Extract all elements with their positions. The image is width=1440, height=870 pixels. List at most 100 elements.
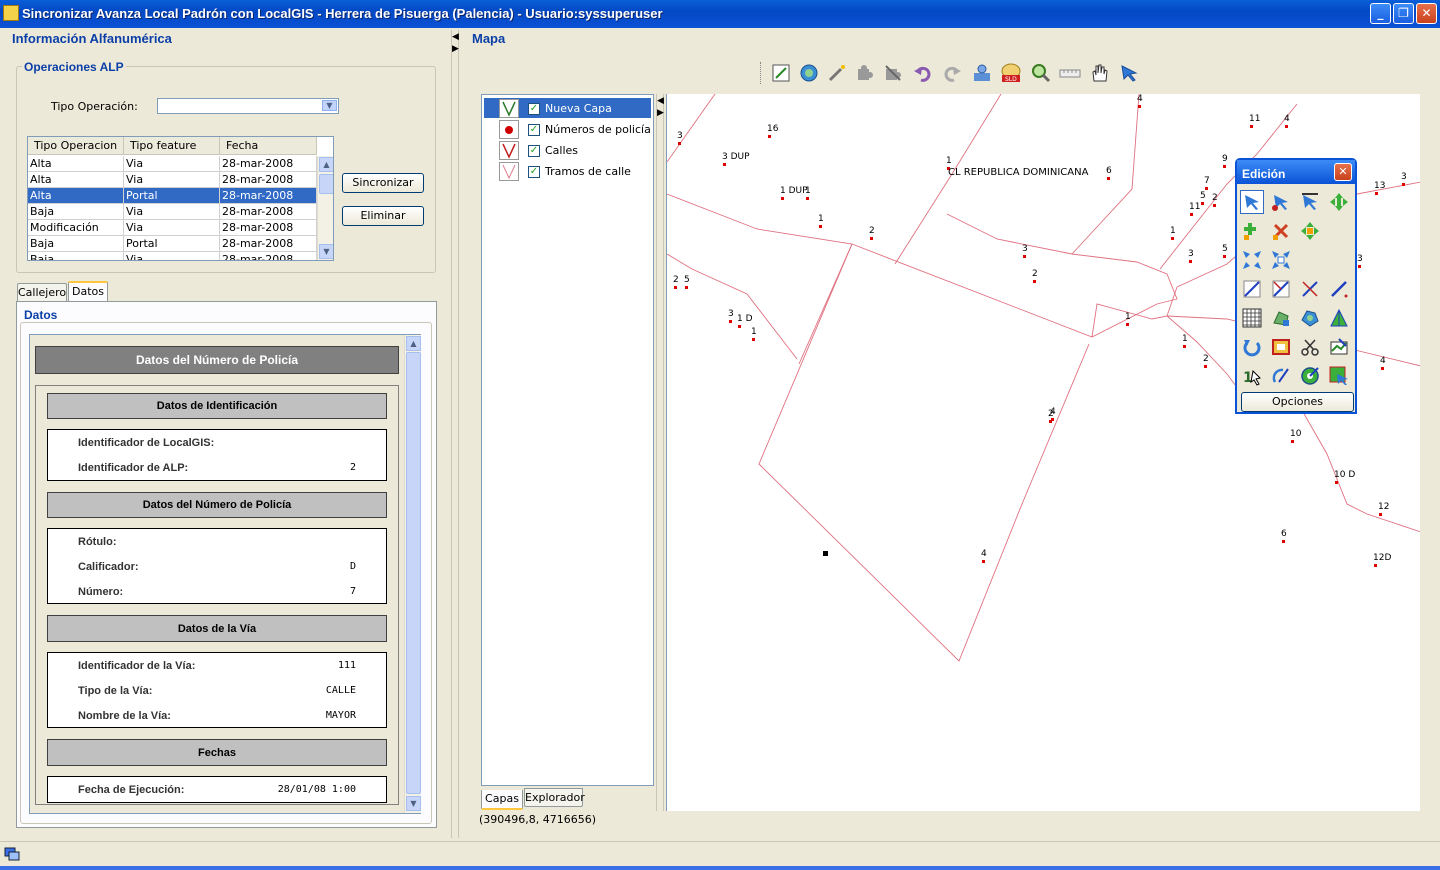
select-feature-icon[interactable] xyxy=(1240,190,1264,214)
house-number-point[interactable] xyxy=(1285,125,1288,128)
house-number-point[interactable] xyxy=(1402,183,1405,186)
pencil-icon[interactable] xyxy=(1327,277,1351,301)
house-number-point[interactable] xyxy=(1205,187,1208,190)
move-icon[interactable] xyxy=(1327,190,1351,214)
sincronizar-button[interactable]: Sincronizar xyxy=(342,173,424,193)
close-button[interactable]: ✕ xyxy=(1416,3,1437,24)
maximize-button[interactable]: ❐ xyxy=(1393,3,1414,24)
puzzle-remove-icon[interactable] xyxy=(882,62,904,84)
scroll-down-icon[interactable]: ▼ xyxy=(406,796,421,811)
house-number-point[interactable] xyxy=(1183,345,1186,348)
zoom-extent-icon[interactable] xyxy=(798,62,820,84)
table-row[interactable]: Alta Via 28-mar-2008 xyxy=(28,156,317,172)
house-number-point[interactable] xyxy=(1138,105,1141,108)
select-in-area-icon[interactable] xyxy=(1327,364,1351,388)
house-number-point[interactable] xyxy=(1358,265,1361,268)
house-number-point[interactable] xyxy=(1107,177,1110,180)
split-line-icon[interactable] xyxy=(1269,277,1293,301)
table-row[interactable]: Alta Portal 28-mar-2008 xyxy=(28,188,317,204)
house-number-point[interactable] xyxy=(752,338,755,341)
target-icon[interactable] xyxy=(1298,364,1322,388)
edit-line-icon[interactable] xyxy=(1298,277,1322,301)
select-arrow-icon[interactable] xyxy=(1118,62,1140,84)
house-number-point[interactable] xyxy=(1201,202,1204,205)
undo-icon[interactable] xyxy=(912,62,934,84)
eliminar-button[interactable]: Eliminar xyxy=(342,206,424,226)
house-number-point[interactable] xyxy=(1033,280,1036,283)
edit-map-icon[interactable] xyxy=(770,62,792,84)
polygon-tool-icon[interactable] xyxy=(1298,306,1322,330)
select-add-icon[interactable] xyxy=(1269,190,1293,214)
house-number-point[interactable] xyxy=(1282,540,1285,543)
numbering-icon[interactable]: 1 xyxy=(1240,364,1264,388)
panel-splitter[interactable]: ◀ ▶ xyxy=(451,30,459,838)
house-number-point[interactable] xyxy=(781,197,784,200)
draw-arc-icon[interactable] xyxy=(1269,364,1293,388)
house-number-point[interactable] xyxy=(1375,192,1378,195)
house-number-point[interactable] xyxy=(1190,213,1193,216)
house-number-point[interactable] xyxy=(1379,513,1382,516)
house-number-point[interactable] xyxy=(1171,237,1174,240)
house-number-point[interactable] xyxy=(1213,204,1216,207)
layer-item-nueva-capa[interactable]: ✓ Nueva Capa xyxy=(484,98,651,118)
opciones-button[interactable]: Opciones xyxy=(1241,392,1354,412)
house-number-point[interactable] xyxy=(1381,367,1384,370)
house-number-point[interactable] xyxy=(723,163,726,166)
layer-checkbox[interactable]: ✓ xyxy=(528,145,540,157)
zoom-in-icon[interactable] xyxy=(1030,62,1052,84)
select-remove-icon[interactable] xyxy=(1298,190,1322,214)
table-row[interactable]: Baja Via 28-mar-2008 xyxy=(28,204,317,220)
house-number-point[interactable] xyxy=(806,197,809,200)
house-number-point[interactable] xyxy=(819,225,822,228)
sld-style-icon[interactable]: SLD xyxy=(1000,62,1022,84)
scissors-icon[interactable] xyxy=(1298,335,1322,359)
minimize-button[interactable]: _ xyxy=(1370,3,1391,24)
layer-splitter[interactable]: ◀ ▶ xyxy=(656,94,664,811)
rotate-icon[interactable] xyxy=(1240,335,1264,359)
table-row[interactable]: Modificación Via 28-mar-2008 xyxy=(28,220,317,236)
expand-right-icon[interactable]: ▶ xyxy=(657,108,664,118)
house-number-point[interactable] xyxy=(982,560,985,563)
layer-checkbox[interactable]: ✓ xyxy=(528,124,540,136)
snap-grid-icon[interactable] xyxy=(1269,248,1293,272)
house-number-point[interactable] xyxy=(768,135,771,138)
chevron-down-icon[interactable]: ▼ xyxy=(322,100,337,111)
layer-item-calles[interactable]: ✓ Calles xyxy=(484,140,651,160)
datos-scrollbar[interactable]: ▲ ▼ xyxy=(404,335,421,813)
triangle-tool-icon[interactable] xyxy=(1327,306,1351,330)
table-row[interactable]: Alta Via 28-mar-2008 xyxy=(28,172,317,188)
col-tipo-operacion[interactable]: Tipo Operacion xyxy=(28,137,124,155)
scroll-thumb[interactable] xyxy=(406,352,421,794)
redo-icon[interactable] xyxy=(941,62,963,84)
house-number-point[interactable] xyxy=(729,320,732,323)
scroll-down-icon[interactable]: ▼ xyxy=(319,244,333,259)
tipo-operacion-select[interactable]: ▼ xyxy=(157,98,339,114)
layer-settings-icon[interactable] xyxy=(971,62,993,84)
layer-item-numeros-policia[interactable]: ✓ Números de policía xyxy=(484,119,651,139)
house-number-point[interactable] xyxy=(1126,323,1129,326)
house-number-point[interactable] xyxy=(1189,260,1192,263)
scroll-thumb[interactable] xyxy=(319,174,333,194)
expand-right-icon[interactable]: ▶ xyxy=(452,44,459,54)
house-number-point[interactable] xyxy=(678,142,681,145)
layer-checkbox[interactable]: ✓ xyxy=(528,103,540,115)
table-scrollbar[interactable]: ▲ ▼ xyxy=(317,156,333,260)
grid-icon[interactable] xyxy=(1240,306,1264,330)
close-icon[interactable]: ✕ xyxy=(1334,163,1352,181)
house-number-point[interactable] xyxy=(1204,365,1207,368)
house-number-point[interactable] xyxy=(1223,255,1226,258)
house-number-point[interactable] xyxy=(1223,165,1226,168)
delete-vertex-icon[interactable] xyxy=(1269,219,1293,243)
snap-icon[interactable] xyxy=(1240,248,1264,272)
table-row[interactable]: Baja Portal 28-mar-2008 xyxy=(28,236,317,252)
draw-line-icon[interactable] xyxy=(1240,277,1264,301)
scroll-up-icon[interactable]: ▲ xyxy=(406,336,421,351)
scroll-up-icon[interactable]: ▲ xyxy=(319,157,333,172)
house-number-point[interactable] xyxy=(738,325,741,328)
house-number-point[interactable] xyxy=(870,237,873,240)
ruler-icon[interactable] xyxy=(1059,62,1081,84)
col-fecha[interactable]: Fecha xyxy=(220,137,317,155)
layer-item-tramos[interactable]: ✓ Tramos de calle xyxy=(484,161,651,181)
house-number-point[interactable] xyxy=(1374,564,1377,567)
edit-attributes-icon[interactable] xyxy=(1327,335,1351,359)
